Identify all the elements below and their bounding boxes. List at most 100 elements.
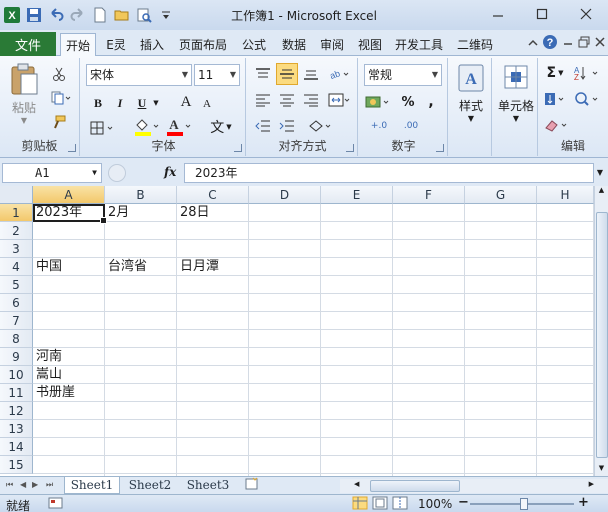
fill-color-icon[interactable]: [134, 116, 160, 138]
row-header-7[interactable]: 7: [0, 312, 33, 330]
row-header-15[interactable]: 15: [0, 456, 33, 474]
align-middle-icon[interactable]: [276, 63, 298, 85]
fill-icon[interactable]: [542, 88, 568, 110]
sheet-tab-sheet2[interactable]: Sheet2: [122, 477, 178, 494]
align-bottom-icon[interactable]: [300, 64, 322, 84]
tab-insert[interactable]: 插入: [136, 33, 168, 56]
formula-input[interactable]: 2023年: [184, 163, 594, 183]
column-header-h[interactable]: H: [537, 186, 594, 204]
cell-c4[interactable]: 日月潭: [177, 258, 219, 276]
column-header-g[interactable]: G: [465, 186, 537, 204]
column-header-d[interactable]: D: [249, 186, 321, 204]
group-cells[interactable]: 单元格 ▼: [494, 58, 538, 156]
cell-a10[interactable]: 嵩山: [33, 366, 62, 384]
tab-view[interactable]: 视图: [354, 33, 386, 56]
minimize-icon[interactable]: [476, 0, 520, 28]
normal-view-icon[interactable]: [352, 496, 368, 512]
vertical-scroll-thumb[interactable]: [596, 212, 608, 458]
cell-a11[interactable]: 书册崖: [33, 384, 75, 402]
close-icon[interactable]: [564, 0, 608, 28]
percent-button[interactable]: %: [400, 92, 416, 112]
zoom-in-icon[interactable]: +: [578, 495, 589, 510]
last-sheet-icon[interactable]: ⏭: [46, 480, 53, 490]
cell-a9[interactable]: 河南: [33, 348, 62, 366]
vertical-scrollbar[interactable]: ▲ ▼: [594, 186, 608, 476]
page-layout-view-icon[interactable]: [372, 496, 388, 512]
horizontal-scrollbar[interactable]: ◀ ▶: [340, 479, 608, 493]
row-header-6[interactable]: 6: [0, 294, 33, 312]
underline-button[interactable]: U: [134, 94, 150, 112]
scroll-left-icon[interactable]: ◀: [354, 480, 359, 488]
group-styles[interactable]: A 样式 ▼: [450, 58, 492, 156]
tab-data[interactable]: 数据: [278, 33, 310, 56]
borders-icon[interactable]: [88, 118, 116, 138]
currency-icon[interactable]: [364, 92, 392, 112]
number-launcher-icon[interactable]: [436, 144, 444, 152]
scroll-up-icon[interactable]: ▲: [595, 186, 608, 198]
font-name-select[interactable]: 宋体 ▼: [86, 64, 192, 86]
first-sheet-icon[interactable]: ⏮: [6, 480, 13, 490]
tab-review[interactable]: 审阅: [316, 33, 348, 56]
row-header-4[interactable]: 4: [0, 258, 33, 276]
number-format-select[interactable]: 常规 ▼: [364, 64, 442, 86]
tab-qrcode[interactable]: 二维码: [454, 33, 496, 56]
row-header-13[interactable]: 13: [0, 420, 33, 438]
select-all-corner[interactable]: [0, 186, 33, 204]
italic-button[interactable]: I: [112, 94, 128, 112]
row-header-9[interactable]: 9: [0, 348, 33, 366]
zoom-level[interactable]: 100%: [418, 497, 452, 511]
row-header-5[interactable]: 5: [0, 276, 33, 294]
page-break-view-icon[interactable]: [392, 496, 408, 512]
clear-icon[interactable]: [542, 114, 572, 136]
phonetic-guide-button[interactable]: 文 ▼: [204, 116, 238, 138]
comma-button[interactable]: ,: [424, 92, 438, 112]
worksheet-grid[interactable]: A B C D E F G H 1 2 3 4 5 6 7 8 9 10 11 12 13 14 15 2023年 2月 28日中…: [0, 186, 594, 476]
insert-sheet-icon[interactable]: [240, 477, 264, 494]
cells-button[interactable]: 单元格 ▼: [494, 62, 538, 123]
shrink-font-button[interactable]: A: [200, 96, 214, 112]
paste-button[interactable]: 粘贴 ▼: [6, 62, 42, 125]
tab-developer[interactable]: 开发工具: [392, 33, 446, 56]
font-launcher-icon[interactable]: [234, 144, 242, 152]
row-header-11[interactable]: 11: [0, 384, 33, 402]
align-top-icon[interactable]: [252, 64, 274, 84]
insert-function-icon[interactable]: fx: [164, 165, 176, 179]
styles-button[interactable]: A 样式 ▼: [452, 62, 490, 123]
merge-center-icon[interactable]: [326, 90, 352, 110]
next-sheet-icon[interactable]: ▶: [32, 480, 38, 489]
row-header-8[interactable]: 8: [0, 330, 33, 348]
wrap-text-icon[interactable]: [306, 116, 336, 136]
cell-c1[interactable]: 28日: [177, 204, 210, 222]
scroll-down-icon[interactable]: ▼: [595, 464, 608, 476]
name-box[interactable]: A1 ▼: [2, 163, 102, 183]
decrease-decimal-button[interactable]: .00: [396, 116, 426, 136]
workbook-restore-icon[interactable]: [578, 36, 590, 51]
sort-filter-icon[interactable]: AZ: [572, 62, 602, 84]
row-header-10[interactable]: 10: [0, 366, 33, 384]
help-icon[interactable]: ?: [542, 34, 558, 53]
copy-icon[interactable]: [48, 88, 74, 108]
autosum-button[interactable]: Σ ▼: [542, 62, 568, 84]
decrease-indent-icon[interactable]: [252, 116, 274, 136]
alignment-launcher-icon[interactable]: [346, 144, 354, 152]
column-header-c[interactable]: C: [177, 186, 249, 204]
font-color-icon[interactable]: A: [166, 116, 192, 138]
formula-bar-expand-icon[interactable]: ▼: [594, 164, 606, 182]
maximize-icon[interactable]: [520, 0, 564, 28]
align-right-icon[interactable]: [300, 90, 322, 110]
column-header-e[interactable]: E: [321, 186, 393, 204]
clipboard-launcher-icon[interactable]: [68, 144, 76, 152]
cell-b1[interactable]: 2月: [105, 204, 129, 222]
scroll-right-icon[interactable]: ▶: [589, 480, 594, 488]
row-header-1[interactable]: 1: [0, 204, 33, 222]
find-select-icon[interactable]: [572, 88, 602, 110]
sheet-tab-sheet1[interactable]: Sheet1: [64, 477, 120, 494]
font-size-select[interactable]: 11 ▼: [194, 64, 240, 86]
column-header-f[interactable]: F: [393, 186, 465, 204]
macro-record-icon[interactable]: [48, 497, 64, 512]
tab-page-layout[interactable]: 页面布局: [176, 33, 230, 56]
horizontal-scroll-thumb[interactable]: [370, 480, 460, 492]
zoom-slider-knob[interactable]: [520, 498, 528, 510]
increase-decimal-button[interactable]: +.0: [364, 116, 394, 136]
bold-button[interactable]: B: [90, 94, 106, 112]
